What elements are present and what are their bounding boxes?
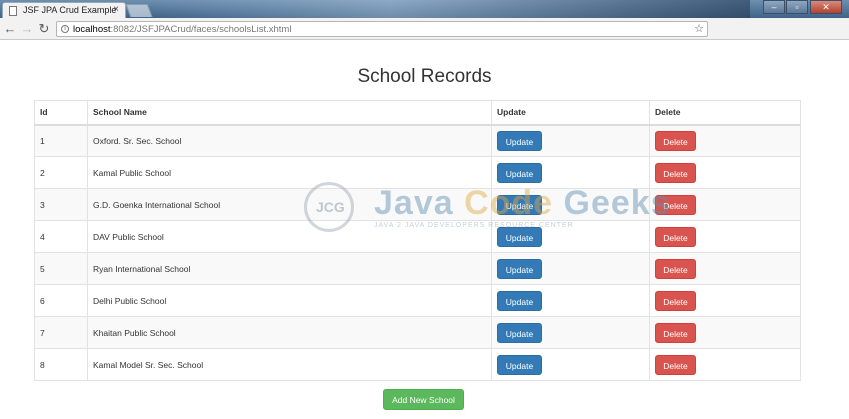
update-cell: Update — [491, 156, 650, 189]
maximize-icon[interactable]: ▫ — [786, 0, 808, 14]
school-name: Oxford. Sr. Sec. School — [87, 124, 492, 157]
update-cell: Update — [491, 124, 650, 157]
info-icon[interactable]: i — [61, 25, 69, 33]
page-icon — [9, 6, 17, 16]
update-button[interactable]: Update — [497, 354, 542, 375]
school-name: Khaitan Public School — [87, 316, 492, 349]
update-button[interactable]: Update — [497, 130, 542, 151]
star-icon[interactable]: ☆ — [694, 22, 704, 35]
school-id: 4 — [34, 220, 88, 253]
table-row: 2 Kamal Public School Update Delete — [34, 156, 801, 189]
delete-cell: Delete — [649, 124, 801, 157]
update-cell: Update — [491, 316, 650, 349]
delete-cell: Delete — [649, 316, 801, 349]
table-row: 5 Ryan International School Update Delet… — [34, 252, 801, 285]
delete-button[interactable]: Delete — [655, 354, 696, 375]
column-header-id: Id — [34, 100, 88, 126]
browser-toolbar: ← → ↻ i localhost:8082/JSFJPACrud/faces/… — [0, 18, 849, 40]
delete-button[interactable]: Delete — [655, 258, 696, 279]
url-host: localhost — [73, 24, 111, 35]
school-name: G.D. Goenka International School — [87, 188, 492, 221]
delete-button[interactable]: Delete — [655, 322, 696, 343]
delete-cell: Delete — [649, 220, 801, 253]
school-id: 8 — [34, 348, 88, 381]
school-id: 1 — [34, 124, 88, 157]
update-cell: Update — [491, 348, 650, 381]
delete-button[interactable]: Delete — [655, 226, 696, 247]
update-cell: Update — [491, 188, 650, 221]
school-id: 6 — [34, 284, 88, 317]
tab-title: JSF JPA Crud Example — [23, 5, 117, 15]
column-header-delete: Delete — [649, 100, 801, 126]
delete-button[interactable]: Delete — [655, 194, 696, 215]
add-new-school-button[interactable]: Add New School — [383, 389, 464, 410]
page-title: School Records — [357, 66, 492, 87]
delete-button[interactable]: Delete — [655, 290, 696, 311]
school-name: Kamal Model Sr. Sec. School — [87, 348, 492, 381]
table-row: 3 G.D. Goenka International School Updat… — [34, 188, 801, 221]
delete-cell: Delete — [649, 348, 801, 381]
update-button[interactable]: Update — [497, 290, 542, 311]
school-records-table: Id School Name Update Delete 1 Oxford. S… — [34, 100, 801, 381]
update-button[interactable]: Update — [497, 322, 542, 343]
update-button[interactable]: Update — [497, 162, 542, 183]
update-button[interactable]: Update — [497, 226, 542, 247]
delete-cell: Delete — [649, 284, 801, 317]
update-cell: Update — [491, 220, 650, 253]
school-name: Delhi Public School — [87, 284, 492, 317]
table-header-row: Id School Name Update Delete — [34, 100, 801, 126]
school-name: Ryan International School — [87, 252, 492, 285]
arrow-right-icon[interactable]: → — [19, 21, 35, 37]
titlebar-background — [150, 0, 750, 18]
delete-cell: Delete — [649, 188, 801, 221]
table-row: 6 Delhi Public School Update Delete — [34, 284, 801, 317]
minimize-icon[interactable]: – — [763, 0, 785, 14]
update-button[interactable]: Update — [497, 258, 542, 279]
url-path: :8082/JSFJPACrud/faces/schoolsList.xhtml — [110, 24, 292, 35]
reload-icon[interactable]: ↻ — [36, 21, 52, 37]
update-cell: Update — [491, 284, 650, 317]
table-row: 8 Kamal Model Sr. Sec. School Update Del… — [34, 348, 801, 381]
school-id: 2 — [34, 156, 88, 189]
school-name: DAV Public School — [87, 220, 492, 253]
school-id: 3 — [34, 188, 88, 221]
arrow-left-icon[interactable]: ← — [2, 21, 18, 37]
delete-button[interactable]: Delete — [655, 130, 696, 151]
delete-cell: Delete — [649, 156, 801, 189]
address-bar[interactable]: i localhost:8082/JSFJPACrud/faces/school… — [56, 21, 708, 37]
school-id: 5 — [34, 252, 88, 285]
column-header-school-name: School Name — [87, 100, 492, 126]
school-id: 7 — [34, 316, 88, 349]
tab-close-icon[interactable]: × — [113, 4, 119, 15]
table-row: 4 DAV Public School Update Delete — [34, 220, 801, 253]
update-button[interactable]: Update — [497, 194, 542, 215]
table-row: 1 Oxford. Sr. Sec. School Update Delete — [34, 124, 801, 157]
browser-tab[interactable]: JSF JPA Crud Example × — [2, 2, 126, 18]
column-header-update: Update — [491, 100, 650, 126]
close-window-icon[interactable]: ✕ — [810, 0, 842, 14]
update-cell: Update — [491, 252, 650, 285]
window-titlebar: JSF JPA Crud Example × – ▫ ✕ — [0, 0, 849, 18]
table-row: 7 Khaitan Public School Update Delete — [34, 316, 801, 349]
delete-button[interactable]: Delete — [655, 162, 696, 183]
school-name: Kamal Public School — [87, 156, 492, 189]
delete-cell: Delete — [649, 252, 801, 285]
new-tab-button[interactable] — [125, 4, 153, 17]
